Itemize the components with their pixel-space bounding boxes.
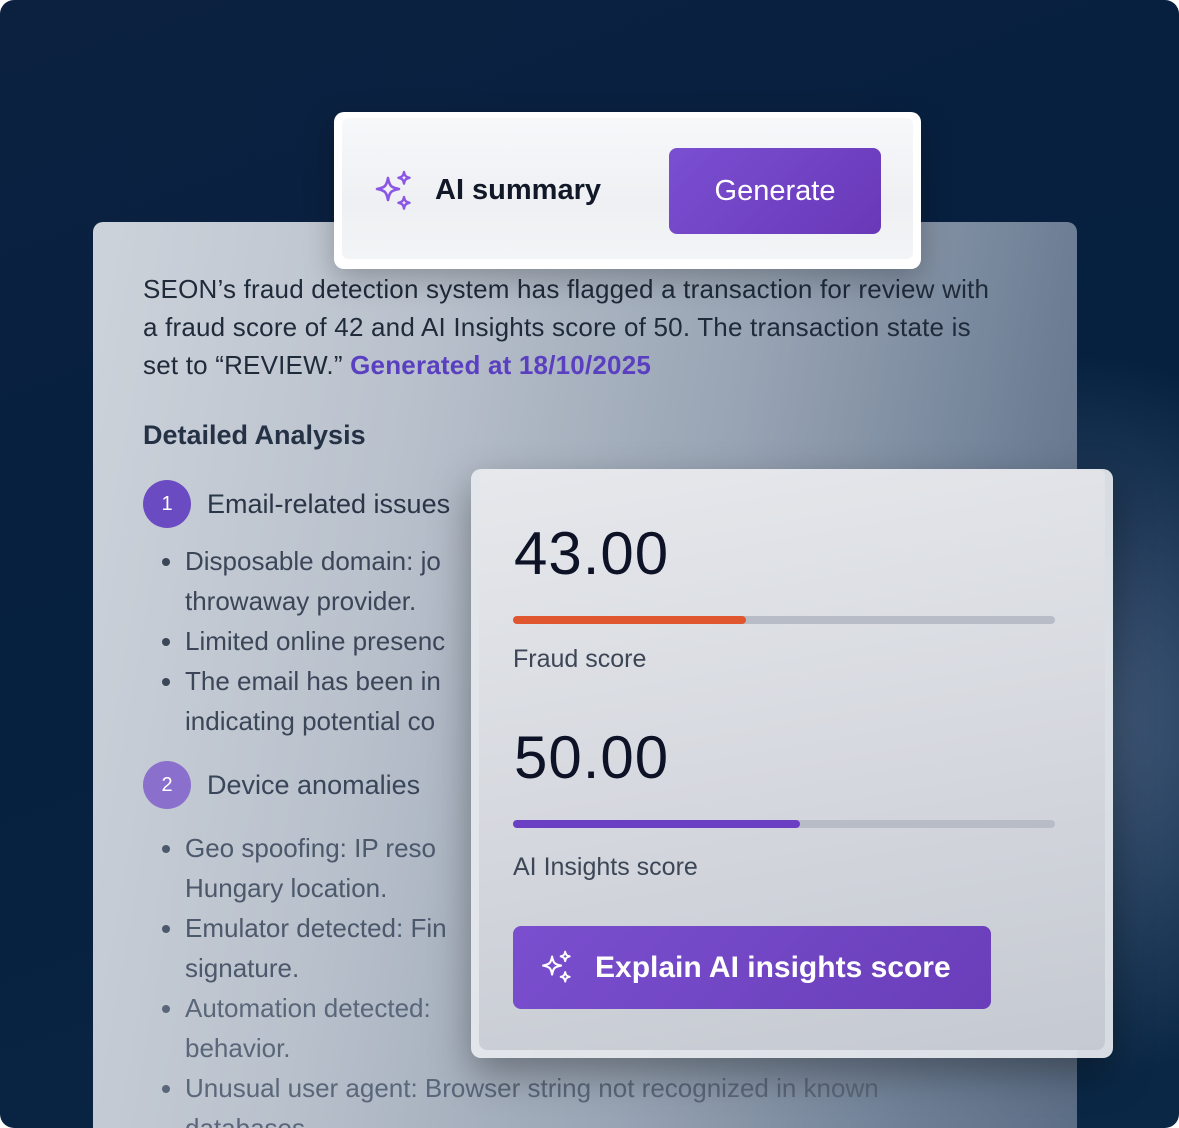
summary-paragraph: SEON’s fraud detection system has flagge… (143, 270, 1003, 384)
background-stage: SEON’s fraud detection system has flagge… (0, 0, 1179, 1128)
sparkles-icon (542, 950, 571, 983)
fraud-score-bar (513, 616, 1055, 624)
detailed-analysis-heading: Detailed Analysis (143, 420, 366, 450)
section-number-badge: 2 (143, 761, 191, 809)
fraud-score-bar-fill (513, 616, 747, 624)
ai-insights-score-value: 50.00 (514, 724, 670, 791)
section-email-issues: 1 Email-related issues (143, 480, 450, 528)
ai-summary-title: AI summary (435, 174, 602, 206)
explain-ai-insights-button[interactable]: Explain AI insights score (513, 926, 991, 1009)
ai-insights-score-bar-fill (513, 820, 801, 828)
section-device-anomalies: 2 Device anomalies (143, 761, 420, 809)
fraud-score-value: 43.00 (514, 520, 670, 587)
section-title: Email-related issues (207, 488, 451, 519)
list-item: Unusual user agent: Browser string not r… (185, 1068, 1005, 1128)
ai-summary-card: AI summary Generate (334, 112, 921, 269)
sparkles-icon (375, 170, 411, 210)
fraud-score-label: Fraud score (513, 645, 647, 673)
score-card: 43.00 Fraud score 50.00 AI Insights scor… (471, 469, 1113, 1058)
explain-button-label: Explain AI insights score (595, 950, 951, 984)
ai-insights-score-bar (513, 820, 1055, 828)
generated-at-link[interactable]: Generated at 18/10/2025 (350, 350, 651, 380)
generate-button[interactable]: Generate (669, 148, 881, 234)
section-title: Device anomalies (207, 769, 421, 800)
section-number-badge: 1 (143, 480, 191, 528)
ai-insights-score-label: AI Insights score (513, 853, 698, 881)
